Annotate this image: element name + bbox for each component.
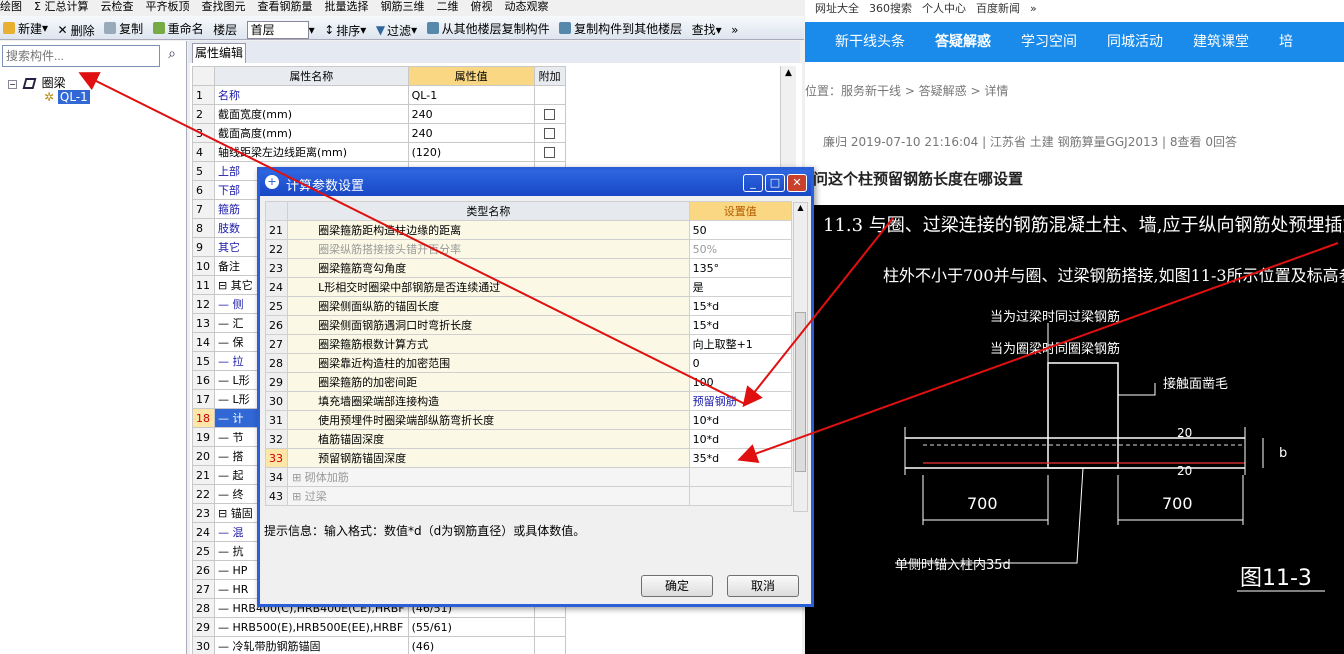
- arrow-to-row30: [742, 217, 894, 408]
- arrow-to-tree: [78, 72, 746, 405]
- arrow-to-row33: [737, 242, 1339, 463]
- annotation-arrows: [78, 72, 1339, 463]
